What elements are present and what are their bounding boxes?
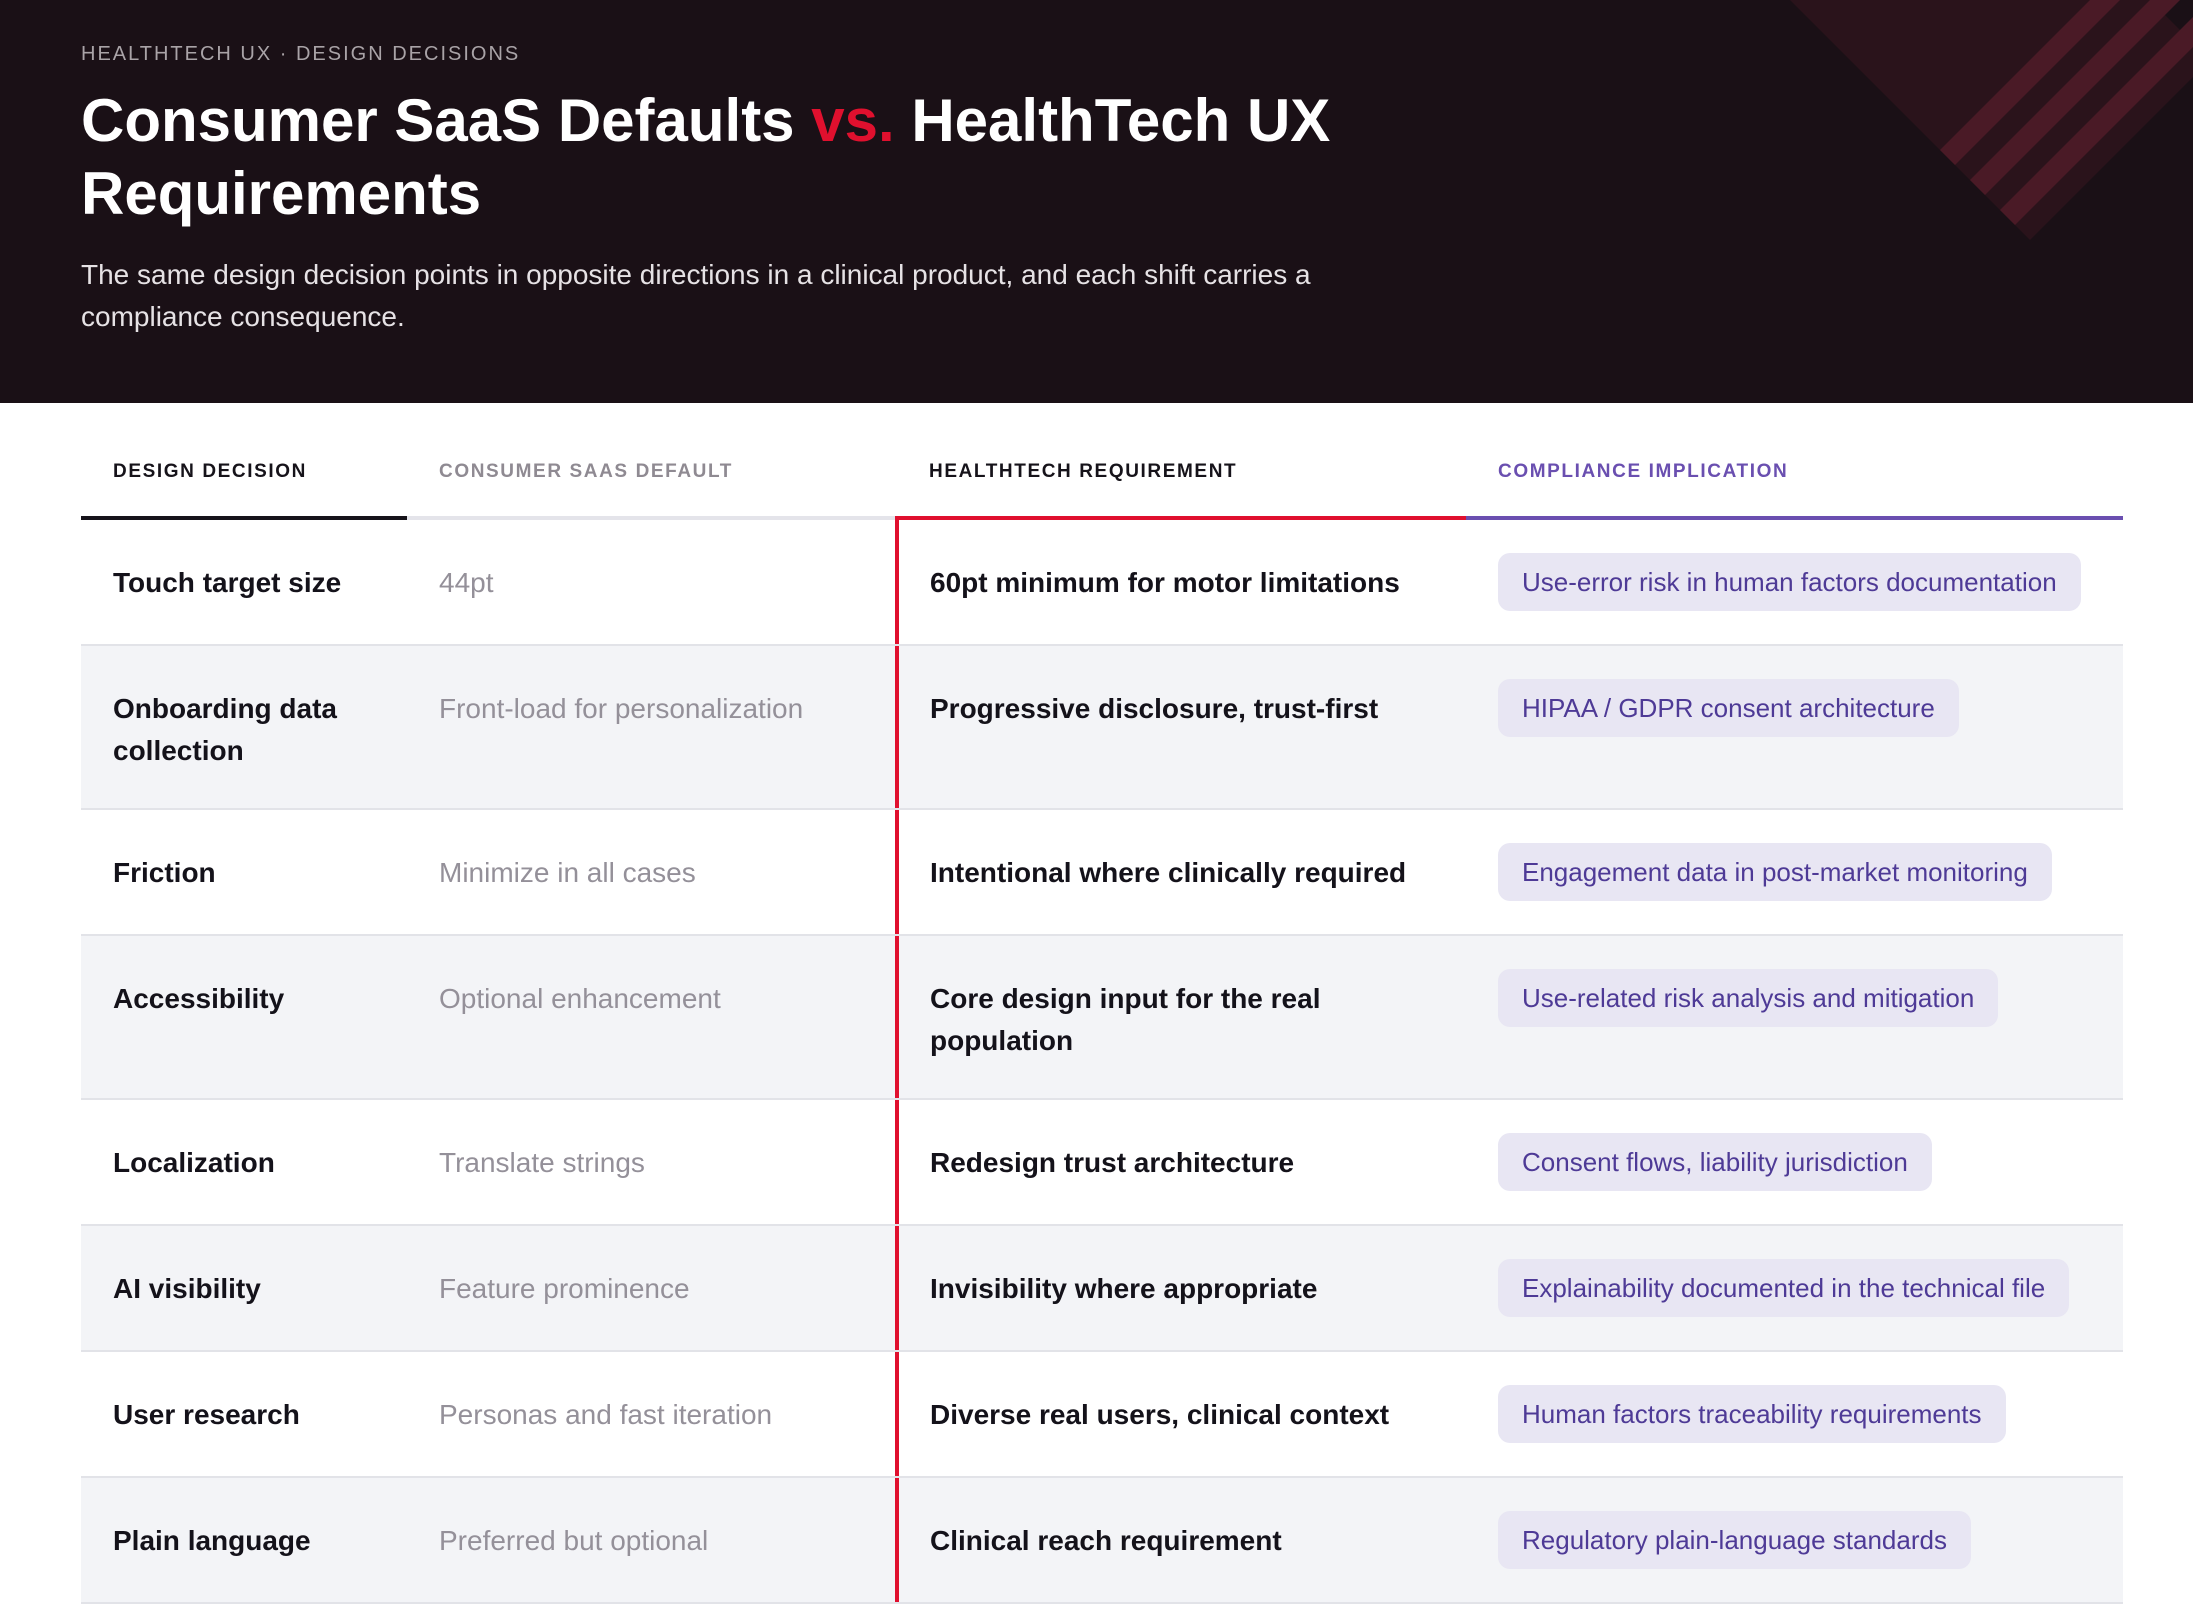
compliance-tag: Engagement data in post-market monitorin…: [1498, 843, 2052, 901]
design-decision-cell: Plain language: [113, 1525, 311, 1556]
table-row: Plain language Preferred but optional Clin…: [81, 1478, 2123, 1604]
consumer-default-cell: Personas and fast iteration: [439, 1399, 773, 1430]
page-subtitle: The same design decision points in oppos…: [81, 259, 1311, 332]
compliance-tag: Use-related risk analysis and mitigation: [1498, 969, 1999, 1027]
healthtech-requirement-cell: Redesign trust architecture: [895, 1100, 1466, 1224]
diagonal-stripes-decoration: [1790, 0, 2193, 240]
compliance-tag: HIPAA / GDPR consent architecture: [1498, 679, 1959, 737]
compliance-tag: Regulatory plain-language standards: [1498, 1511, 1971, 1569]
consumer-default-cell: Translate strings: [439, 1147, 645, 1178]
table-row: Accessibility Optional enhancement Core de…: [81, 936, 2123, 1100]
design-decision-cell: Accessibility: [113, 983, 285, 1014]
table-row: Onboarding data collection Front-load for…: [81, 646, 2123, 810]
table-row: Touch target size 44pt 60pt minimum for mo…: [81, 520, 2123, 646]
compliance-implication-cell: Explainability documented in the technic…: [1466, 1226, 2123, 1350]
compliance-implication-cell: Human factors traceability requirements: [1466, 1352, 2123, 1476]
healthtech-requirement-cell: Invisibility where appropriate: [895, 1226, 1466, 1350]
consumer-default-cell: Optional enhancement: [439, 983, 721, 1014]
table-header: DESIGN DECISION CONSUMER SAAS DEFAULT HE…: [81, 403, 2123, 520]
table-row: Friction Minimize in all cases Intentional…: [81, 810, 2123, 936]
healthtech-requirement-cell: Intentional where clinically required: [895, 810, 1466, 934]
compliance-tag: Consent flows, liability jurisdiction: [1498, 1133, 1932, 1191]
compliance-tag: Human factors traceability requirements: [1498, 1385, 2006, 1443]
design-decision-cell: AI visibility: [113, 1273, 261, 1304]
table-row: Localization Translate strings Redesign tr…: [81, 1100, 2123, 1226]
column-header-consumer-default: CONSUMER SAAS DEFAULT: [407, 403, 895, 520]
compliance-implication-cell: Use-related risk analysis and mitigation: [1466, 936, 2123, 1098]
compliance-implication-cell: Consent flows, liability jurisdiction: [1466, 1100, 2123, 1224]
title-part-1: Consumer SaaS Defaults: [81, 87, 812, 154]
healthtech-requirement-cell: Progressive disclosure, trust-first: [895, 646, 1466, 808]
column-header-compliance-implication: COMPLIANCE IMPLICATION: [1466, 403, 2123, 520]
title-vs: vs.: [811, 87, 895, 154]
table-body: Touch target size 44pt 60pt minimum for mo…: [81, 520, 2123, 1604]
design-decision-cell: Touch target size: [113, 567, 342, 598]
compliance-tag: Explainability documented in the technic…: [1498, 1259, 2070, 1317]
eyebrow-label: HEALTHTECH UX · DESIGN DECISIONS: [81, 43, 521, 65]
design-decision-cell: Onboarding data collection: [113, 693, 337, 766]
healthtech-requirement-cell: Diverse real users, clinical context: [895, 1352, 1466, 1476]
compliance-implication-cell: Regulatory plain-language standards: [1466, 1478, 2123, 1602]
consumer-default-cell: 44pt: [439, 567, 494, 598]
page-title: Consumer SaaS Defaults vs. HealthTech UX…: [81, 84, 1461, 230]
design-decision-cell: Friction: [113, 857, 216, 888]
table-row: AI visibility Feature prominence Invisibil…: [81, 1226, 2123, 1352]
consumer-default-cell: Front-load for personalization: [439, 693, 804, 724]
table-row: User research Personas and fast iteration…: [81, 1352, 2123, 1478]
healthtech-requirement-cell: Clinical reach requirement: [895, 1478, 1466, 1602]
column-header-design-decision: DESIGN DECISION: [81, 403, 407, 520]
compliance-tag: Use-error risk in human factors document…: [1498, 553, 2081, 611]
healthtech-requirement-cell: Core design input for the real populatio…: [895, 936, 1466, 1098]
compliance-implication-cell: Engagement data in post-market monitorin…: [1466, 810, 2123, 934]
consumer-default-cell: Minimize in all cases: [439, 857, 696, 888]
healthtech-requirement-cell: 60pt minimum for motor limitations: [895, 520, 1466, 644]
comparison-table: DESIGN DECISION CONSUMER SAAS DEFAULT HE…: [81, 403, 2123, 1604]
compliance-implication-cell: Use-error risk in human factors document…: [1466, 520, 2123, 644]
column-header-healthtech-requirement: HEALTHTECH REQUIREMENT: [895, 403, 1466, 520]
design-decision-cell: User research: [113, 1399, 300, 1430]
consumer-default-cell: Preferred but optional: [439, 1525, 709, 1556]
consumer-default-cell: Feature prominence: [439, 1273, 690, 1304]
compliance-implication-cell: HIPAA / GDPR consent architecture: [1466, 646, 2123, 808]
hero-header: HEALTHTECH UX · DESIGN DECISIONS Consume…: [0, 0, 2193, 403]
design-decision-cell: Localization: [113, 1147, 275, 1178]
